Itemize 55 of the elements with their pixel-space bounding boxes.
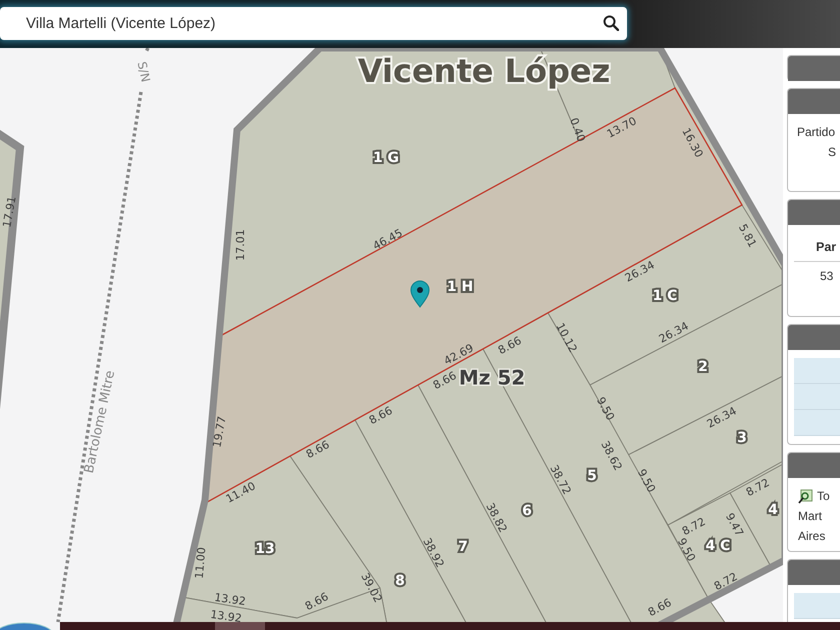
dimension-label: 9.50 (594, 394, 617, 423)
table-row (794, 358, 840, 384)
dimension-label: 8.66 (366, 404, 395, 428)
search-field[interactable]: Villa Martelli (Vicente López) (0, 7, 627, 40)
parcel-label: 1 C (652, 288, 678, 304)
dimension-label: 8.66 (304, 438, 332, 462)
link-text[interactable]: To (817, 486, 830, 506)
dimension-label: 9.47 (722, 510, 746, 539)
dimension-label: 9.50 (674, 536, 698, 564)
parcel-label: 1 G (372, 150, 400, 166)
map-pin-icon[interactable] (410, 280, 430, 308)
panel-header (788, 200, 840, 225)
dimension-label: 17.01 (234, 229, 248, 261)
panel-header (788, 325, 840, 350)
dimension-label: 8.66 (430, 369, 459, 392)
parcel-label: 13 (255, 540, 275, 557)
parcel-label: 4 C (706, 538, 730, 554)
parcel-label: 2 (698, 358, 708, 375)
panel-header (788, 89, 840, 114)
dimension-label: 8.72 (744, 476, 772, 500)
panel-header (788, 560, 840, 585)
dimension-label: 8.66 (496, 334, 524, 358)
panel-text: Partido (797, 124, 836, 141)
parcel-label: 8 (395, 572, 405, 589)
table-header: Par (816, 239, 836, 256)
dimension-label: 8.66 (646, 596, 674, 620)
dimension-label: 9.50 (634, 466, 658, 495)
parcel-label: 3 (737, 430, 747, 446)
link-text[interactable]: Mart (798, 506, 822, 526)
parcel-label: 4 (768, 502, 778, 518)
dimension-label: 13.92 (210, 608, 243, 626)
dimension-label: 8.72 (680, 515, 708, 538)
dimension-label: 19.77 (210, 415, 229, 449)
dimension-label: 5.81 (736, 222, 759, 250)
panel-text: S (828, 144, 836, 161)
table-cell-text: 53 (820, 268, 834, 285)
table-row (794, 410, 840, 436)
parcel-label: 1 H (446, 278, 474, 295)
dimension-label: 13.92 (214, 590, 247, 608)
dimension-label: 0.40 (567, 116, 588, 144)
street-label: S/N (134, 60, 153, 84)
table-row (794, 593, 840, 619)
map-search-icon[interactable] (798, 488, 813, 504)
link-text[interactable]: Aires (798, 526, 826, 546)
dimension-label: 17.91 (0, 195, 19, 229)
parcel-label: 7 (458, 538, 468, 555)
table-row (794, 384, 840, 410)
parcel-label: 5 (587, 468, 597, 484)
block-label: Mz 52 (458, 365, 526, 390)
dimension-label: 11.00 (192, 546, 208, 580)
dimension-label: 8.66 (302, 590, 331, 614)
panel-header (788, 453, 840, 478)
parcel-label: 6 (522, 502, 532, 519)
search-icon[interactable] (603, 15, 619, 31)
dimension-label: 8.72 (712, 570, 740, 594)
